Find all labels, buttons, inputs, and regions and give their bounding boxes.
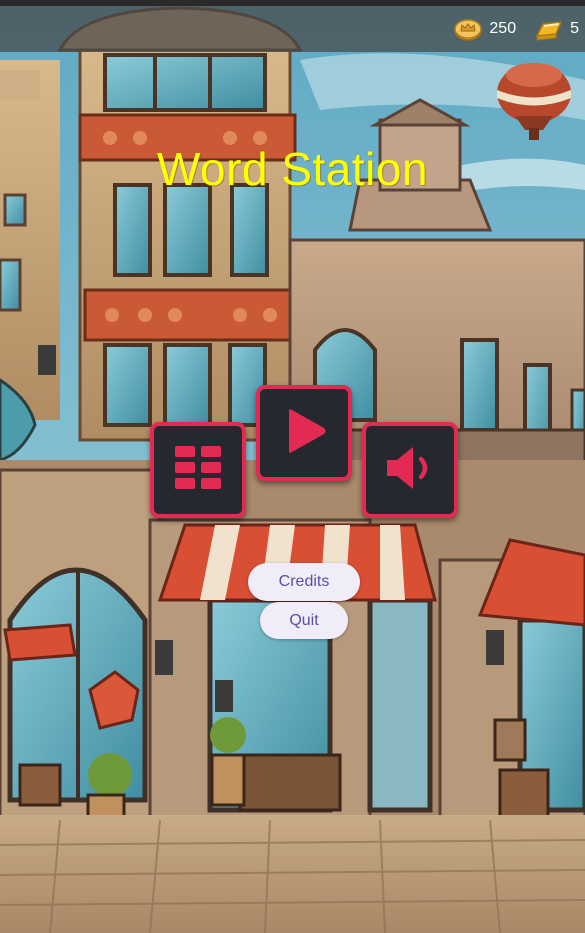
crown-coin-icon [453,14,483,44]
gold-bar-icon [534,14,564,44]
coin-balance: 250 [453,14,516,44]
currency-bar: 250 5 [0,6,585,52]
gold-bar-value: 5 [570,20,579,37]
play-button[interactable] [256,385,352,481]
play-icon [279,406,329,461]
sound-toggle-button[interactable] [362,422,458,518]
credits-button[interactable]: Credits [248,563,360,601]
coin-value: 250 [489,20,517,37]
gold-bar-balance: 5 [534,14,579,44]
speaker-icon [383,443,437,498]
grid-icon [172,442,224,499]
game-title: Word Station [156,143,429,195]
quit-button[interactable]: Quit [260,602,348,639]
levels-grid-button[interactable] [150,422,246,518]
